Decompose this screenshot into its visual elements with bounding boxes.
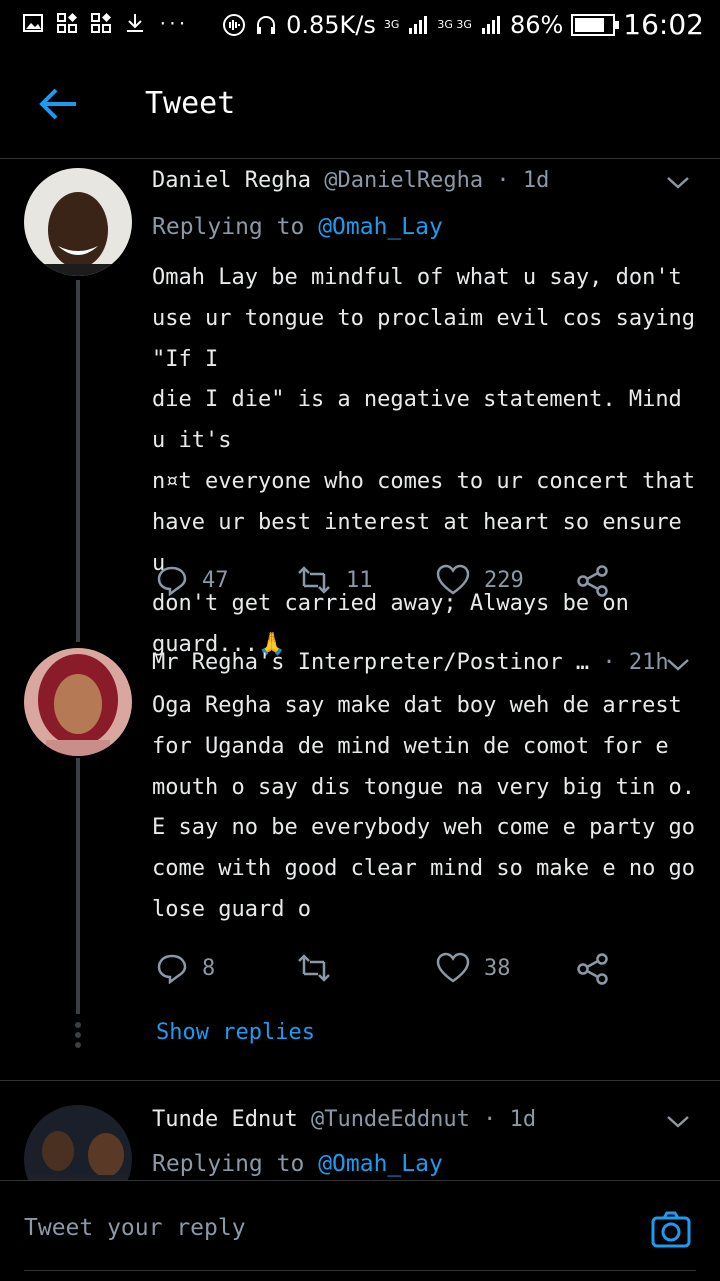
network-speed: 0.85K/s <box>286 10 376 39</box>
tweet-time: 1d <box>522 168 550 193</box>
tweet-card[interactable]: Daniel Regha @DanielRegha · 1d Replying … <box>0 160 720 657</box>
share-icon[interactable] <box>576 952 610 986</box>
thread-line <box>76 758 80 1014</box>
reply-icon <box>157 566 187 596</box>
composer-underline <box>24 1270 696 1271</box>
show-replies-link[interactable]: Show replies <box>156 1020 315 1045</box>
separator-dot: · <box>483 1107 510 1132</box>
tweet-header: Tunde Ednut @TundeEddnut · 1d <box>152 1107 536 1132</box>
share-icon[interactable] <box>576 564 610 598</box>
tweet-card[interactable]: Tunde Ednut @TundeEddnut · 1d Replying t… <box>0 1081 720 1180</box>
like-button[interactable]: 229 <box>436 564 524 596</box>
avatar[interactable] <box>24 1105 132 1180</box>
avatar[interactable] <box>24 168 132 276</box>
sim1-type: 3G <box>383 18 400 31</box>
gallery-notification-icon <box>23 14 43 32</box>
thread-line-top <box>76 630 80 642</box>
app-notification-icon-2 <box>91 13 111 33</box>
back-arrow-icon[interactable] <box>36 82 80 126</box>
chevron-down-icon[interactable] <box>664 168 692 196</box>
reply-count: 8 <box>202 955 216 981</box>
replying-label: Replying to <box>152 214 305 240</box>
replying-to: Replying to @Omah_Lay <box>152 1151 443 1177</box>
reply-button[interactable]: 47 <box>156 564 229 596</box>
mention-link[interactable]: @Omah_Lay <box>318 214 443 240</box>
retweet-icon <box>298 954 330 982</box>
more-thread-indicator <box>74 1022 82 1052</box>
like-count: 38 <box>484 955 511 981</box>
status-right: 0.85K/s 3G 3G 3G 86% 16:02 <box>222 8 704 41</box>
replying-to: Replying to @Omah_Lay <box>152 214 443 240</box>
chevron-down-icon[interactable] <box>664 650 692 678</box>
tweet-header: Daniel Regha @DanielRegha · 1d <box>152 168 549 193</box>
author-handle[interactable]: @DanielRegha <box>324 168 483 193</box>
app-notification-icon <box>57 13 77 33</box>
tweet-actions: 8 38 <box>152 952 652 992</box>
mention-link[interactable]: @Omah_Lay <box>318 1151 443 1177</box>
author-name[interactable]: Tunde Ednut <box>152 1107 298 1132</box>
camera-icon[interactable] <box>650 1209 692 1251</box>
reply-composer: Tweet your reply <box>0 1180 720 1281</box>
more-notifications-icon: ··· <box>158 13 187 33</box>
retweet-button[interactable]: 11 <box>296 564 373 596</box>
notification-icons: ··· <box>22 12 187 34</box>
signal-icon-sim2 <box>481 15 500 34</box>
heart-icon <box>436 564 470 595</box>
headphones-icon <box>257 15 276 34</box>
reply-button[interactable]: 8 <box>156 952 215 984</box>
battery-icon <box>571 13 620 36</box>
separator-dot: · <box>496 168 523 193</box>
retweet-icon <box>298 566 330 594</box>
app-bar: Tweet <box>0 52 720 159</box>
author-name[interactable]: Daniel Regha <box>152 168 311 193</box>
battery-level <box>575 17 605 32</box>
tweet-time: 1d <box>509 1107 537 1132</box>
retweet-count: 11 <box>346 567 373 593</box>
thread-line <box>76 280 80 630</box>
status-bar: ··· 0.85K/s 3G 3G 3G 86% 16:02 <box>0 0 720 52</box>
separator-dot: · <box>602 650 629 675</box>
voice-icon <box>223 13 246 36</box>
replying-label: Replying to <box>152 1151 305 1177</box>
tweet-text: Omah Lay be mindful of what u say, don't… <box>152 265 696 658</box>
like-count: 229 <box>484 567 524 593</box>
chevron-down-icon[interactable] <box>664 1107 692 1135</box>
tweet-actions: 47 11 229 <box>152 564 652 604</box>
clock: 16:02 <box>623 8 704 41</box>
reply-input[interactable]: Tweet your reply <box>24 1215 246 1241</box>
tweet-card[interactable]: Mr Regha's Interpreter/Postinor … · 21h … <box>0 630 720 1080</box>
author-name[interactable]: Mr Regha's Interpreter/Postinor … <box>152 650 589 675</box>
reply-icon <box>157 954 187 984</box>
download-icon <box>127 14 143 32</box>
heart-icon <box>436 952 470 983</box>
tweet-time: 21h <box>628 650 669 675</box>
avatar[interactable] <box>24 648 132 756</box>
retweet-button[interactable] <box>296 952 332 984</box>
tweet-text: Oga Regha say make dat boy weh de arrest… <box>152 693 696 922</box>
tweet-header: Mr Regha's Interpreter/Postinor … · 21h <box>152 650 669 675</box>
like-button[interactable]: 38 <box>436 952 511 984</box>
battery-percent: 86% <box>509 10 564 39</box>
author-handle[interactable]: @TundeEddnut <box>311 1107 470 1132</box>
reply-count: 47 <box>202 567 229 593</box>
signal-icon-sim1 <box>409 15 428 34</box>
sim2-type: 3G 3G <box>437 18 472 31</box>
page-title: Tweet <box>145 86 236 121</box>
